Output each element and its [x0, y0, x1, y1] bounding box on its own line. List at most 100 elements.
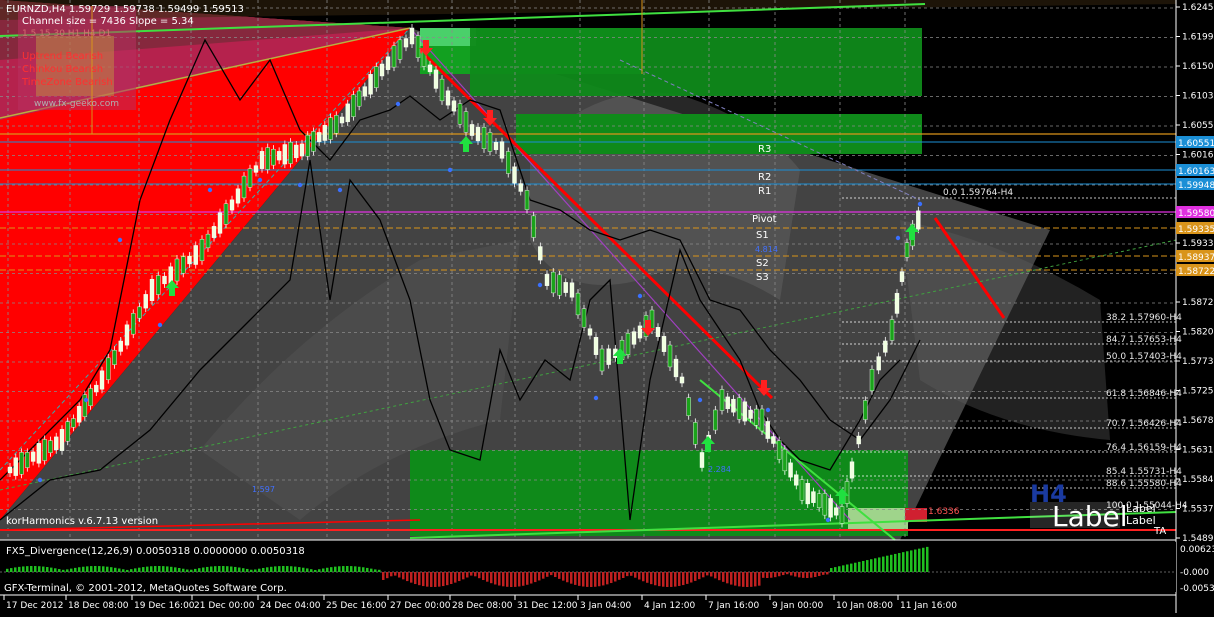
candle — [759, 405, 765, 435]
candle — [99, 366, 105, 394]
histogram-bar — [866, 560, 869, 572]
candle — [433, 65, 439, 93]
fib-label-7: 85.4 1.55731-H4 — [1106, 467, 1182, 477]
price-tick-label: 1.54890 — [1182, 534, 1214, 544]
candle — [36, 439, 42, 468]
harmonics-version: korHarmonics v.6.7.13 version — [6, 516, 158, 527]
histogram-bar — [418, 572, 421, 586]
histogram-bar — [354, 566, 357, 572]
histogram-bar — [18, 566, 21, 572]
candle — [487, 128, 493, 156]
timeframe-selector[interactable]: 1 5 15 30 H1 H4 D1 — [22, 29, 111, 39]
candle — [506, 147, 511, 178]
histogram-bar — [610, 572, 613, 584]
histogram-bar — [462, 572, 465, 580]
histogram-bar — [10, 568, 13, 572]
histogram-bar — [22, 566, 25, 572]
candle — [776, 436, 782, 464]
candle — [259, 147, 265, 173]
histogram-bar — [246, 568, 249, 572]
histogram-bar — [450, 572, 453, 585]
histogram-bar — [278, 566, 281, 572]
histogram-bar — [130, 569, 133, 572]
candle — [625, 329, 631, 359]
histogram-bar — [530, 572, 533, 584]
price-tick-label: 1.60163 — [1182, 151, 1214, 161]
time-tick-label: 9 Jan 00:00 — [772, 601, 824, 611]
histogram-bar — [426, 572, 429, 587]
histogram-bar — [890, 554, 893, 572]
candle — [805, 479, 810, 508]
histogram-bar — [446, 572, 449, 586]
time-tick-label: 27 Dec 00:00 — [390, 601, 451, 611]
histogram-bar — [646, 572, 649, 583]
fib-label-5: 70.7 1.56426-H4 — [1106, 419, 1182, 429]
histogram-bar — [382, 572, 385, 580]
histogram-bar — [770, 572, 773, 578]
histogram-bar — [582, 572, 585, 587]
histogram-bar — [194, 568, 197, 572]
big-label: Label — [1052, 500, 1128, 533]
candle — [345, 99, 350, 126]
svg-text:1.60551: 1.60551 — [1178, 139, 1214, 149]
histogram-bar — [174, 567, 177, 572]
swing-dot — [917, 201, 923, 207]
histogram-bar — [686, 572, 689, 584]
histogram-bar — [818, 572, 821, 577]
histogram-bar — [342, 566, 345, 572]
histogram-bar — [302, 567, 305, 572]
supply-zone-2 — [470, 28, 922, 96]
time-tick-label: 31 Dec 12:00 — [517, 601, 578, 611]
candle — [368, 70, 373, 99]
candle — [351, 90, 356, 121]
histogram-bar — [622, 572, 625, 579]
price-tag: 1.60551 — [1176, 136, 1214, 149]
price-tick-label: 1.61030 — [1182, 92, 1214, 102]
candle — [894, 289, 900, 318]
price-tag: 1.58937 — [1176, 250, 1214, 263]
histogram-bar — [550, 572, 553, 576]
candle — [593, 333, 599, 359]
channel-info: Channel size = 7436 Slope = 5.34 — [22, 16, 194, 27]
histogram-bar — [778, 572, 781, 577]
candle — [13, 453, 18, 480]
chart-window[interactable]: EURNZD,H4 1.59729 1.59738 1.59499 1.5951… — [0, 0, 1214, 613]
histogram-bar — [62, 569, 65, 572]
histogram-bar — [554, 572, 557, 578]
candle — [575, 289, 581, 319]
histogram-bar — [506, 572, 509, 587]
histogram-bar — [846, 564, 849, 572]
candle — [693, 418, 698, 449]
candle — [391, 41, 397, 72]
histogram-bar — [250, 569, 253, 572]
histogram-bar — [478, 572, 481, 579]
histogram-bar — [262, 567, 265, 572]
candle — [223, 199, 229, 229]
histogram-bar — [366, 567, 369, 572]
candle — [106, 353, 111, 384]
histogram-bar — [358, 566, 361, 572]
price-tick-label: 1.55370 — [1182, 505, 1214, 515]
candle — [719, 385, 725, 415]
histogram-bar — [742, 572, 745, 587]
time-tick-label: 21 Dec 00:00 — [194, 601, 255, 611]
time-tick-label: 18 Dec 08:00 — [68, 601, 129, 611]
histogram-bar — [502, 572, 505, 587]
histogram-bar — [874, 558, 877, 572]
value-annotation-3: 4.814 — [755, 245, 778, 254]
histogram-bar — [922, 547, 925, 572]
price-tick-label: 1.58722 — [1182, 298, 1214, 308]
histogram-bar — [482, 572, 485, 581]
histogram-bar — [234, 566, 237, 572]
histogram-bar — [402, 572, 405, 580]
histogram-bar — [474, 572, 477, 577]
histogram-bar — [534, 572, 537, 583]
red-value: 1.6336 — [928, 507, 960, 517]
candle — [156, 271, 161, 299]
histogram-bar — [730, 572, 733, 585]
histogram-bar — [566, 572, 569, 583]
price-chart[interactable]: EURNZD,H4 1.59729 1.59738 1.59499 1.5951… — [0, 0, 1214, 613]
histogram-bar — [270, 566, 273, 572]
candle — [439, 75, 445, 105]
ta-label: TA — [1153, 526, 1166, 537]
